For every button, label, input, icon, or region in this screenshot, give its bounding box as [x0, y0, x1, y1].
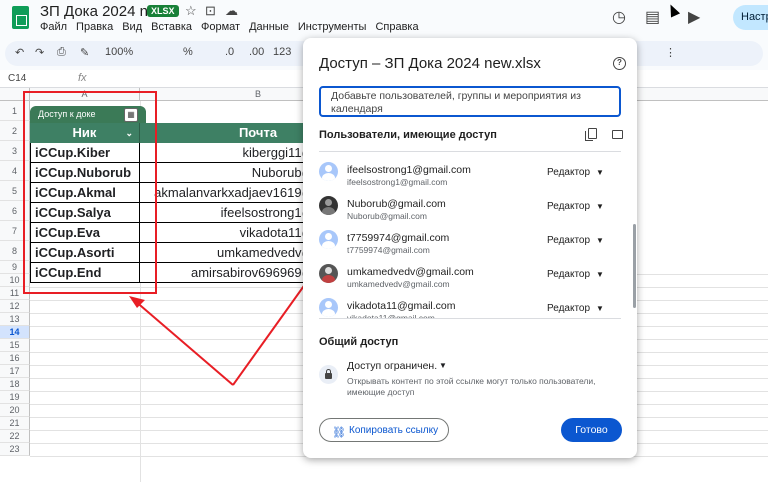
divider — [319, 151, 621, 152]
file-format-badge: XLSX — [147, 5, 179, 17]
row-header[interactable]: 12 — [0, 300, 30, 313]
add-people-input[interactable]: Добавьте пользователей, группы и меропри… — [319, 86, 621, 117]
help-icon[interactable]: ? — [613, 57, 626, 70]
avatar — [319, 196, 338, 215]
general-access-title: Общий доступ — [319, 336, 399, 348]
row-header[interactable]: 19 — [0, 391, 30, 404]
avatar — [319, 298, 338, 317]
user-name: umkamedvedv@gmail.com — [347, 266, 474, 278]
row-header[interactable]: 13 — [0, 313, 30, 326]
user-email: umkamedvedv@gmail.com — [347, 279, 450, 289]
number-format-button[interactable]: 123 — [273, 46, 291, 58]
avatar — [319, 162, 338, 181]
menu-insert[interactable]: Вставка — [151, 21, 192, 33]
user-name: Nuborub@gmail.com — [347, 198, 446, 210]
mail-icon[interactable] — [612, 130, 623, 139]
history-icon[interactable]: ◷ — [612, 7, 626, 27]
role-select[interactable]: Редактор — [547, 235, 590, 246]
link-icon: ⛓ — [332, 427, 346, 439]
share-button[interactable]: Настройки доступа — [733, 5, 768, 30]
menu-data[interactable]: Данные — [249, 21, 289, 33]
name-box[interactable]: C14 — [8, 73, 26, 84]
user-name: vikadota11@gmail.com — [347, 300, 456, 312]
paint-format-icon[interactable]: ✎ — [80, 46, 89, 59]
redo-icon[interactable]: ↷ — [35, 46, 44, 59]
percent-format-button[interactable]: % — [183, 46, 193, 58]
role-select[interactable]: Редактор — [547, 201, 590, 212]
user-list: ifeelsostrong1@gmail.com ifeelsostrong1@g… — [303, 156, 637, 318]
user-email: Nuborub@gmail.com — [347, 211, 427, 221]
user-row: Nuborub@gmail.com Nuborub@gmail.com Редакт… — [303, 190, 637, 224]
user-row: t7759974@gmail.com t7759974@gmail.com Реда… — [303, 224, 637, 258]
row-header[interactable]: 21 — [0, 417, 30, 430]
user-row: vikadota11@gmail.com vikadota11@gmail.com… — [303, 292, 637, 318]
share-dialog: Доступ – ЗП Дока 2024 new.xlsx ? Добавьт… — [303, 38, 637, 458]
user-email: t7759974@gmail.com — [347, 245, 430, 255]
role-caret-icon[interactable]: ▼ — [596, 202, 604, 211]
print-icon[interactable]: ⎙ — [57, 46, 66, 59]
row-header[interactable]: 22 — [0, 430, 30, 443]
menu-help[interactable]: Справка — [375, 21, 418, 33]
annotation-highlight-box — [23, 91, 157, 294]
role-caret-icon[interactable]: ▼ — [596, 304, 604, 313]
meet-icon[interactable]: ▶ — [688, 7, 700, 27]
row-header[interactable]: 20 — [0, 404, 30, 417]
dialog-title: Доступ – ЗП Дока 2024 new.xlsx — [319, 55, 541, 72]
move-folder-icon[interactable]: ⊡ — [205, 3, 216, 19]
lock-icon — [319, 365, 338, 384]
user-name: ifeelsostrong1@gmail.com — [347, 164, 471, 176]
role-select[interactable]: Редактор — [547, 167, 590, 178]
menu-edit[interactable]: Правка — [76, 21, 113, 33]
done-button[interactable]: Готово — [561, 418, 622, 442]
decrease-decimal-button[interactable]: .0 — [225, 46, 234, 58]
menu-view[interactable]: Вид — [122, 21, 142, 33]
row-header[interactable]: 23 — [0, 443, 30, 456]
copy-link-label: Копировать ссылку — [349, 425, 439, 436]
sheets-logo-icon[interactable] — [12, 6, 29, 29]
role-caret-icon[interactable]: ▼ — [596, 236, 604, 245]
menu-tools[interactable]: Инструменты — [298, 21, 367, 33]
user-list-scrollbar[interactable] — [633, 224, 636, 308]
menu-format[interactable]: Формат — [201, 21, 240, 33]
role-caret-icon[interactable]: ▼ — [596, 270, 604, 279]
cloud-status-icon[interactable]: ☁ — [225, 3, 238, 19]
people-with-access-title: Пользователи, имеющие доступ — [319, 129, 497, 141]
share-button-label: Настройки доступа — [741, 11, 768, 23]
user-name: t7759974@gmail.com — [347, 232, 450, 244]
star-icon[interactable]: ☆ — [185, 3, 197, 19]
role-select[interactable]: Редактор — [547, 269, 590, 280]
row-header[interactable]: 18 — [0, 378, 30, 391]
copy-emails-icon[interactable] — [585, 128, 597, 141]
general-access-select[interactable]: Доступ ограничен. — [347, 360, 437, 372]
avatar — [319, 230, 338, 249]
avatar — [319, 264, 338, 283]
comments-icon[interactable]: ▤ — [645, 7, 660, 27]
mouse-cursor-icon — [665, 2, 681, 18]
top-bar: ЗП Дока 2024 new XLSX ☆ ⊡ ☁ Файл Правка … — [0, 0, 768, 38]
user-email: ifeelsostrong1@gmail.com — [347, 177, 448, 187]
row-header[interactable]: 16 — [0, 352, 30, 365]
user-row: ifeelsostrong1@gmail.com ifeelsostrong1@g… — [303, 156, 637, 190]
access-caret-icon[interactable]: ▼ — [439, 361, 447, 370]
general-access-description: Открывать контент по этой ссылке могут т… — [347, 376, 596, 397]
row-header[interactable]: 15 — [0, 339, 30, 352]
menu-bar: Файл Правка Вид Вставка Формат Данные Ин… — [40, 21, 419, 33]
increase-decimal-button[interactable]: .00 — [249, 46, 264, 58]
fx-icon: fx — [78, 72, 87, 84]
undo-icon[interactable]: ↶ — [15, 46, 24, 59]
role-select[interactable]: Редактор — [547, 303, 590, 314]
row-header[interactable]: 14 — [0, 326, 30, 339]
role-caret-icon[interactable]: ▼ — [596, 168, 604, 177]
divider — [319, 318, 621, 319]
copy-link-button[interactable]: ⛓ Копировать ссылку — [319, 418, 449, 442]
more-tools-icon[interactable]: ⋮ — [665, 46, 676, 59]
zoom-select[interactable]: 100% — [105, 46, 133, 58]
user-row: umkamedvedv@gmail.com umkamedvedv@gmail.c… — [303, 258, 637, 292]
menu-file[interactable]: Файл — [40, 21, 67, 33]
row-header[interactable]: 17 — [0, 365, 30, 378]
